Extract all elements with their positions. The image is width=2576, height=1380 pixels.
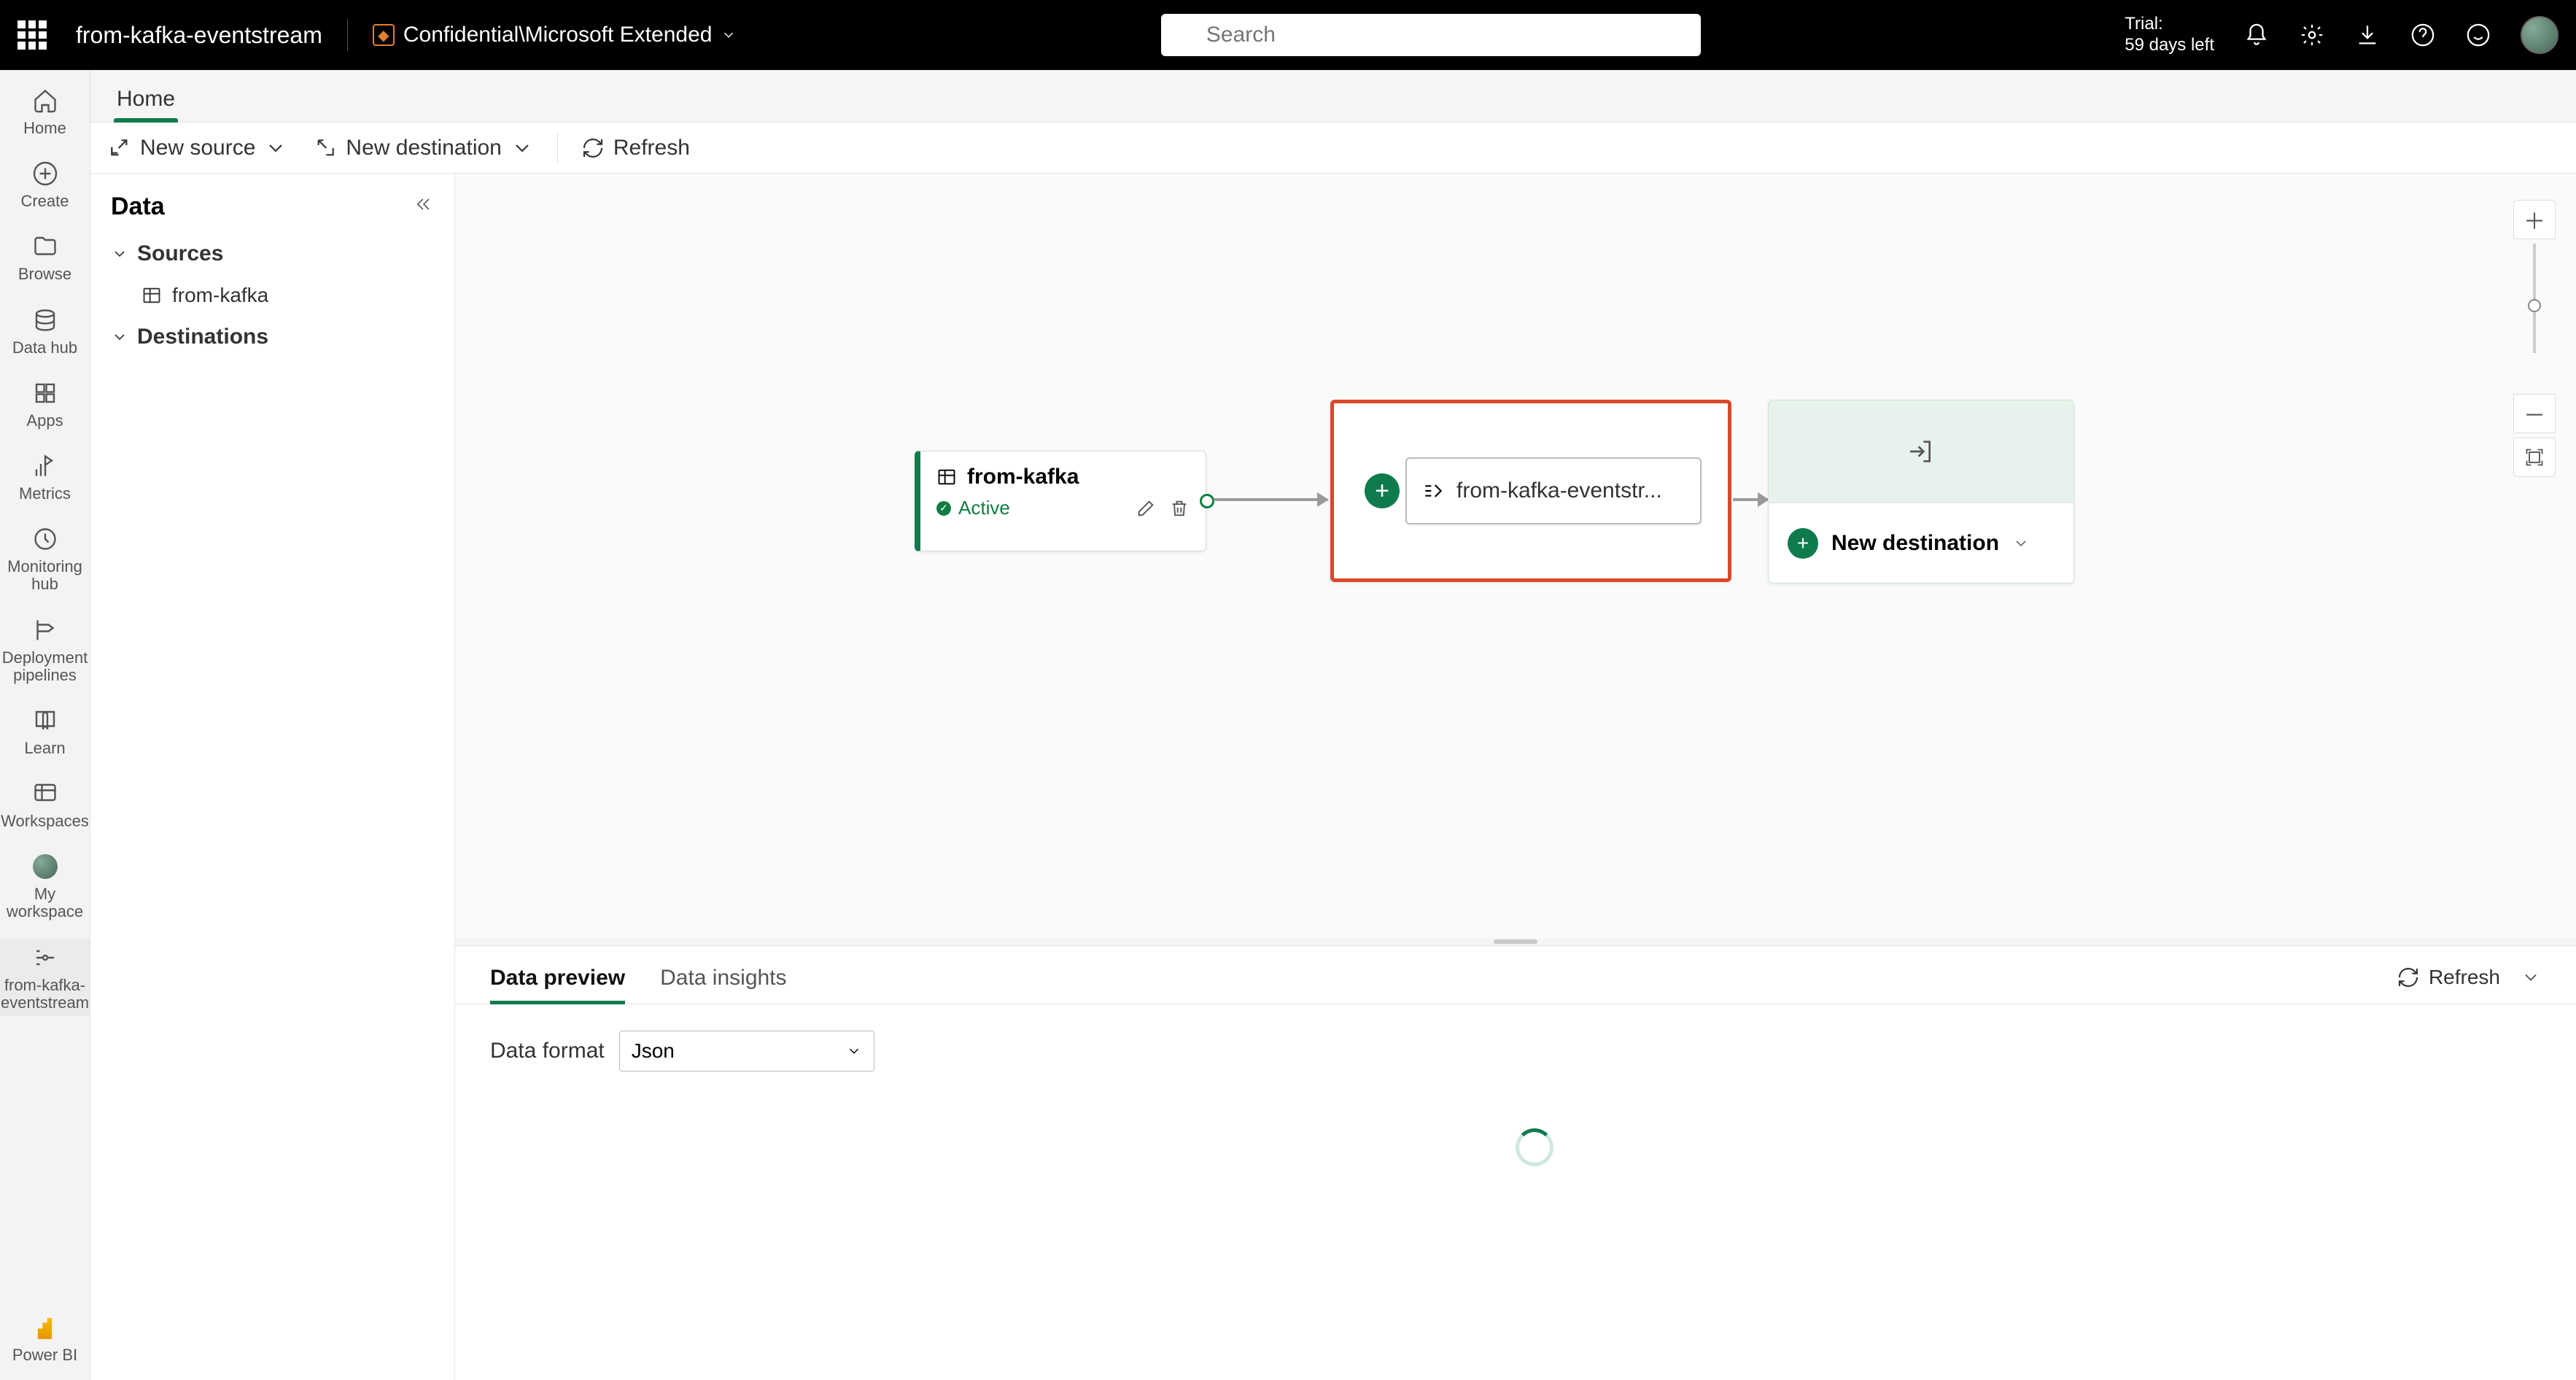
- search-input[interactable]: [1206, 23, 1686, 47]
- status-success-icon: ✓: [936, 501, 951, 516]
- divider: [557, 133, 558, 163]
- node-eventstream[interactable]: + from-kafka-eventstr...: [1330, 400, 1731, 582]
- nav-workspaces[interactable]: Workspaces: [0, 775, 90, 834]
- item-title: from-kafka-eventstream: [76, 22, 322, 49]
- table-icon: [141, 285, 162, 306]
- main-area: Home New source New destination Refresh …: [90, 70, 2576, 1380]
- nav-current-eventstream[interactable]: from-kafka-eventstream: [0, 939, 90, 1016]
- nav-apps[interactable]: Apps: [0, 374, 90, 434]
- eventstream-icon: [1421, 479, 1445, 503]
- panel-resize-grip[interactable]: [455, 938, 2576, 945]
- edge-stream-to-dest: [1733, 498, 1768, 501]
- refresh-icon: [581, 136, 605, 160]
- destination-out-icon: [314, 136, 337, 160]
- zoom-fit-button[interactable]: [2513, 438, 2556, 477]
- data-side-panel: Data Sources from-kafka Destinations: [90, 174, 455, 1380]
- nav-create[interactable]: Create: [0, 155, 90, 214]
- table-icon: [936, 467, 957, 487]
- chevron-down-icon: [846, 1043, 862, 1059]
- nav-home[interactable]: Home: [0, 82, 90, 142]
- eventstream-chip[interactable]: from-kafka-eventstr...: [1405, 457, 1702, 524]
- zoom-slider[interactable]: [2533, 244, 2536, 353]
- left-nav-rail: Home Create Browse Data hub Apps Metrics…: [0, 70, 90, 1380]
- sources-section-header[interactable]: Sources: [90, 234, 454, 274]
- bottom-refresh-button[interactable]: Refresh: [2394, 961, 2503, 993]
- user-avatar[interactable]: [2521, 16, 2558, 54]
- destinations-section-header[interactable]: Destinations: [90, 317, 454, 357]
- source-in-icon: [108, 136, 131, 160]
- data-panel-title: Data: [111, 193, 165, 221]
- nav-metrics[interactable]: Metrics: [0, 447, 90, 507]
- bottom-panel: Data preview Data insights Refresh Data …: [455, 945, 2576, 1380]
- download-icon[interactable]: [2354, 22, 2381, 48]
- edit-icon[interactable]: [1136, 498, 1156, 519]
- chevron-double-left-icon: [414, 194, 434, 214]
- nav-deployment-pipelines[interactable]: Deployment pipelines: [0, 611, 90, 689]
- delete-icon[interactable]: [1169, 498, 1190, 519]
- data-format-label: Data format: [490, 1039, 605, 1063]
- node-source-status: Active: [958, 497, 1010, 519]
- collapse-panel-button[interactable]: [414, 194, 434, 220]
- node-source-title: from-kafka: [967, 465, 1079, 489]
- node-source-from-kafka[interactable]: from-kafka ✓ Active: [915, 451, 1206, 551]
- nav-monitoring-hub[interactable]: Monitoring hub: [0, 520, 90, 597]
- zoom-slider-knob[interactable]: [2528, 299, 2541, 312]
- chevron-down-icon: [2012, 535, 2030, 552]
- zoom-controls: ＋ －: [2513, 200, 2556, 477]
- ribbon-tabs: Home: [90, 70, 2576, 123]
- add-destination-button[interactable]: +: [1788, 528, 1818, 559]
- new-destination-button[interactable]: New destination: [311, 131, 536, 165]
- output-port[interactable]: [1200, 494, 1214, 508]
- feedback-icon[interactable]: [2465, 22, 2491, 48]
- refresh-icon: [2397, 966, 2420, 989]
- trial-status: Trial: 59 days left: [2125, 14, 2214, 56]
- add-before-stream-button[interactable]: +: [1365, 473, 1400, 508]
- source-item-from-kafka[interactable]: from-kafka: [90, 274, 454, 317]
- settings-icon[interactable]: [2299, 22, 2325, 48]
- zoom-out-button[interactable]: －: [2513, 394, 2556, 433]
- app-launcher-icon[interactable]: [18, 20, 47, 50]
- tab-data-preview[interactable]: Data preview: [490, 966, 625, 1004]
- bottom-tabs: Data preview Data insights Refresh: [455, 946, 2576, 1004]
- ribbon-tab-home[interactable]: Home: [111, 77, 181, 122]
- data-format-select[interactable]: Json: [619, 1031, 874, 1071]
- destination-label: New destination: [1831, 531, 1999, 556]
- chevron-down-icon: [721, 27, 737, 43]
- top-app-bar: from-kafka-eventstream ◆ Confidential\Mi…: [0, 0, 2576, 70]
- notifications-icon[interactable]: [2243, 22, 2270, 48]
- zoom-in-button[interactable]: ＋: [2513, 200, 2556, 239]
- search-icon: [1176, 25, 1196, 45]
- powerbi-icon: [34, 1316, 57, 1339]
- sensitivity-label-dropdown[interactable]: ◆ Confidential\Microsoft Extended: [373, 23, 737, 47]
- tab-data-insights[interactable]: Data insights: [660, 966, 786, 1004]
- chevron-down-icon: [111, 328, 128, 346]
- nav-learn[interactable]: Learn: [0, 702, 90, 761]
- refresh-button[interactable]: Refresh: [578, 131, 693, 165]
- nav-my-workspace[interactable]: My workspace: [0, 848, 90, 925]
- loading-spinner: [1516, 1128, 1553, 1166]
- nav-data-hub[interactable]: Data hub: [0, 301, 90, 361]
- sensitivity-text: Confidential\Microsoft Extended: [403, 23, 713, 47]
- toolbar: New source New destination Refresh: [90, 123, 2576, 174]
- eventstream-canvas[interactable]: from-kafka ✓ Active: [455, 174, 2576, 938]
- canvas-wrap: from-kafka ✓ Active: [455, 174, 2576, 1380]
- new-source-button[interactable]: New source: [105, 131, 290, 165]
- chevron-down-icon: [111, 245, 128, 263]
- shield-icon: ◆: [373, 24, 395, 46]
- chevron-down-icon: [264, 136, 287, 160]
- divider: [347, 19, 348, 51]
- nav-browse[interactable]: Browse: [0, 228, 90, 287]
- nav-powerbi[interactable]: Power BI: [0, 1309, 90, 1368]
- chevron-down-icon: [511, 136, 534, 160]
- edge-source-to-stream: [1214, 498, 1327, 501]
- help-icon[interactable]: [2410, 22, 2436, 48]
- fit-screen-icon: [2524, 447, 2545, 468]
- chevron-down-icon[interactable]: [2521, 967, 2541, 988]
- global-search[interactable]: [1161, 14, 1701, 56]
- node-destination-placeholder[interactable]: + New destination: [1768, 400, 2074, 584]
- exit-icon: [1906, 437, 1936, 466]
